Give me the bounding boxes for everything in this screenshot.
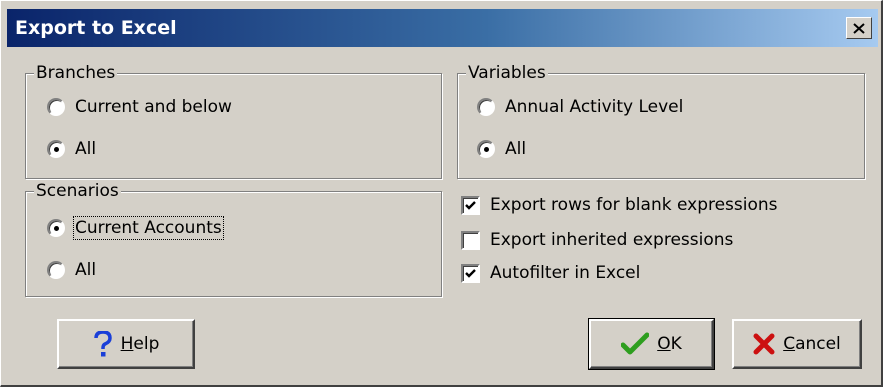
radio-label: Annual Activity Level [505,97,684,117]
variables-legend: Variables [466,62,548,84]
close-icon [853,22,865,34]
branches-group: Branches [25,62,442,179]
checkbox-label: Autofilter in Excel [490,263,641,283]
checkbox[interactable] [461,230,480,250]
checkbox-label: Export rows for blank expressions [490,195,778,215]
radio-label: Current and below [75,97,232,117]
cancel-label-rest: ancel [795,334,841,354]
ok-mnemonic: O [657,334,671,354]
variables-option-all[interactable]: All [477,137,526,161]
question-icon [93,331,113,357]
branches-option-all[interactable]: All [47,137,96,161]
radio-label: Current Accounts [73,216,224,240]
radio-button[interactable] [47,140,65,158]
help-mnemonic: H [120,334,134,354]
radio-button[interactable] [477,98,495,116]
cancel-label: Cancel [783,334,841,354]
ok-label-rest: K [670,334,682,354]
export-inherited-expressions-checkbox[interactable]: Export inherited expressions [461,228,733,252]
close-button[interactable] [846,17,872,39]
branches-option-current-below[interactable]: Current and below [47,95,232,119]
branches-legend: Branches [34,62,118,84]
ok-label: OK [657,334,682,354]
help-label: Help [121,334,160,354]
x-icon [753,333,775,355]
cancel-mnemonic: C [783,334,796,354]
checkmark-icon [621,332,650,356]
radio-button[interactable] [477,140,495,158]
radio-button[interactable] [47,98,65,116]
radio-label: All [505,139,527,159]
radio-label: All [75,139,97,159]
variables-group: Variables [457,62,865,179]
scenarios-option-all[interactable]: All [47,258,96,282]
radio-label: All [75,260,97,280]
window-title: Export to Excel [15,17,177,39]
checkmark-icon [465,268,476,278]
export-blank-expressions-checkbox[interactable]: Export rows for blank expressions [461,193,778,217]
checkbox[interactable] [461,195,480,215]
variables-option-annual-activity[interactable]: Annual Activity Level [477,95,683,119]
scenarios-option-current-accounts[interactable]: Current Accounts [47,216,224,240]
ok-button[interactable]: OK [588,318,715,370]
export-dialog: Export to Excel Branches Current and bel… [0,0,883,387]
checkbox[interactable] [461,263,480,283]
cancel-button[interactable]: Cancel [732,319,862,369]
checkbox-label: Export inherited expressions [490,230,734,250]
radio-button[interactable] [47,219,65,237]
checkmark-icon [465,200,476,210]
title-bar[interactable]: Export to Excel [7,9,878,47]
radio-button[interactable] [47,261,65,279]
help-button[interactable]: Help [57,319,195,369]
scenarios-legend: Scenarios [34,180,121,202]
autofilter-checkbox[interactable]: Autofilter in Excel [461,261,640,285]
help-label-rest: elp [133,334,160,354]
